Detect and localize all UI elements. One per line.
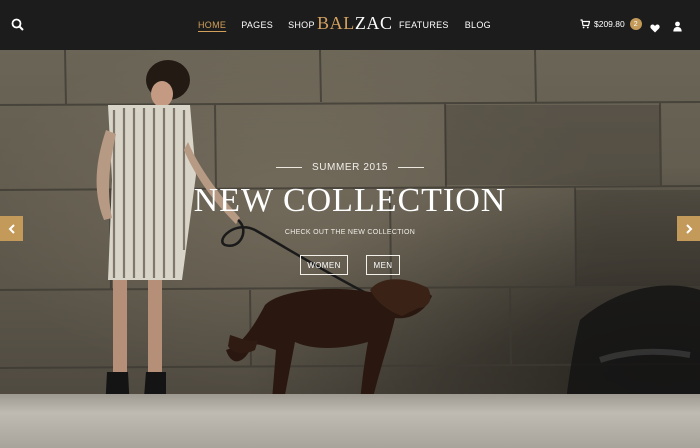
stone-wall-background — [0, 50, 700, 448]
cart-button[interactable]: $209.80 2 — [580, 18, 642, 30]
cart-total: $209.80 — [594, 19, 625, 29]
slider-prev-button[interactable] — [0, 216, 23, 241]
primary-nav-left: HOME PAGES SHOP — [198, 0, 330, 50]
chevron-left-icon — [8, 223, 15, 234]
search-button[interactable] — [10, 17, 26, 33]
account-button[interactable] — [673, 19, 682, 37]
hero-subtitle: CHECK OUT THE NEW COLLECTION — [284, 229, 416, 236]
nav-item-pages[interactable]: PAGES — [241, 20, 273, 30]
nav-item-home[interactable]: HOME — [198, 20, 226, 30]
eyebrow-line-left — [275, 166, 302, 168]
men-button[interactable]: MEN — [366, 255, 400, 275]
nav-item-features[interactable]: FEATURES — [399, 20, 449, 30]
women-button[interactable]: WOMEN — [300, 255, 348, 275]
hero-slider: SUMMER 2015 NEW COLLECTION CHECK OUT THE… — [0, 50, 700, 448]
logo-part-1: BAL — [317, 13, 355, 33]
primary-nav-right: FEATURES BLOG — [399, 0, 507, 50]
hero-eyebrow-text: SUMMER 2015 — [311, 162, 389, 173]
nav-item-shop[interactable]: SHOP — [288, 20, 315, 30]
search-icon — [11, 18, 24, 31]
slider-next-button[interactable] — [677, 216, 700, 241]
site-logo[interactable]: BALZAC — [317, 13, 393, 34]
logo-part-2: ZAC — [354, 13, 393, 33]
dog-figure — [226, 279, 432, 402]
site-header: HOME PAGES SHOP BALZAC FEATURES BLOG $20… — [0, 0, 700, 50]
hero-eyebrow: SUMMER 2015 — [0, 162, 700, 173]
chevron-right-icon — [685, 223, 692, 234]
cart-count-badge: 2 — [629, 18, 642, 30]
page: HOME PAGES SHOP BALZAC FEATURES BLOG $20… — [0, 0, 700, 448]
hero-headline: NEW COLLECTION — [193, 182, 507, 219]
user-icon — [673, 21, 682, 32]
eyebrow-line-right — [398, 166, 425, 168]
nav-item-blog[interactable]: BLOG — [465, 20, 491, 30]
cart-icon — [580, 19, 590, 29]
wishlist-button[interactable] — [650, 20, 660, 38]
heart-icon — [650, 24, 660, 33]
sidewalk — [0, 394, 700, 448]
